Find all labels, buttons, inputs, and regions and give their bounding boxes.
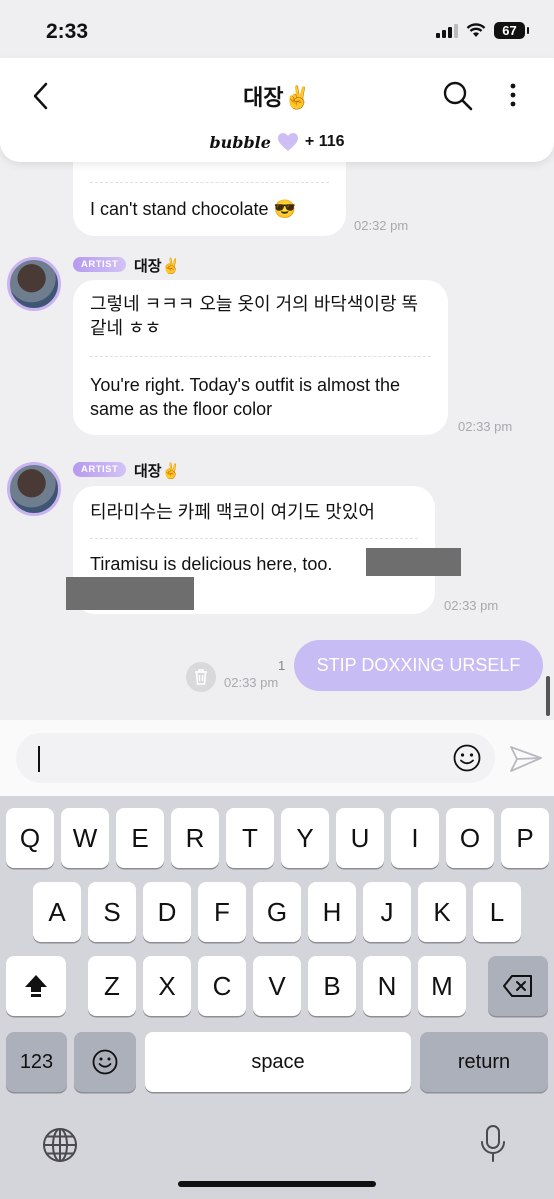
unread-count: 1 — [278, 658, 286, 673]
message-time: 02:33 pm — [458, 419, 513, 434]
key-i[interactable]: I — [391, 808, 439, 868]
backspace-key[interactable] — [488, 956, 548, 1016]
battery-icon: 67 — [494, 22, 529, 39]
key-t[interactable]: T — [226, 808, 274, 868]
key-l[interactable]: L — [473, 882, 521, 942]
emoji-button[interactable] — [452, 743, 482, 773]
artist-badge: ARTIST — [73, 462, 127, 477]
search-button[interactable] — [440, 78, 476, 114]
key-k[interactable]: K — [418, 882, 466, 942]
key-u[interactable]: U — [336, 808, 384, 868]
status-time: 2:33 — [46, 20, 89, 43]
shift-icon — [25, 975, 47, 997]
home-indicator — [178, 1181, 376, 1187]
emoji-icon — [453, 744, 481, 772]
key-a[interactable]: A — [33, 882, 81, 942]
trash-icon — [195, 669, 207, 685]
key-o[interactable]: O — [446, 808, 494, 868]
message-input[interactable] — [16, 733, 495, 783]
shift-key[interactable] — [6, 956, 66, 1016]
key-r[interactable]: R — [171, 808, 219, 868]
key-w[interactable]: W — [61, 808, 109, 868]
message-time: 02:33 pm — [444, 598, 499, 613]
message-time: 02:32 pm — [354, 218, 409, 233]
emoji-icon — [92, 1049, 118, 1075]
key-z[interactable]: Z — [88, 956, 136, 1016]
subscriber-row: bubble + 116 — [0, 132, 554, 152]
sender-name: 대장✌️ — [134, 463, 181, 480]
redaction-block — [366, 548, 461, 576]
message-translation: I can't stand chocolate 😎 — [90, 199, 296, 219]
key-x[interactable]: X — [143, 956, 191, 1016]
key-c[interactable]: C — [198, 956, 246, 1016]
scrollbar[interactable] — [546, 676, 550, 716]
send-button[interactable] — [508, 744, 544, 774]
microphone-icon — [481, 1125, 505, 1162]
message-time: 02:33 pm — [224, 675, 279, 690]
globe-button[interactable] — [41, 1126, 79, 1164]
avatar[interactable] — [7, 257, 61, 311]
search-icon — [443, 81, 473, 111]
more-button[interactable] — [498, 78, 528, 114]
keyboard: Q W E R T Y U I O P A S D F G H J K L Z … — [0, 796, 554, 1199]
translation-divider — [90, 182, 329, 183]
chat-header: 대장✌️ bubble + 116 — [0, 58, 554, 162]
emoji-keyboard-key[interactable] — [74, 1032, 136, 1092]
key-y[interactable]: Y — [281, 808, 329, 868]
return-key[interactable]: return — [420, 1032, 548, 1092]
sender-name: 대장✌️ — [134, 258, 181, 275]
space-key[interactable]: space — [145, 1032, 411, 1092]
key-m[interactable]: M — [418, 956, 466, 1016]
more-vertical-icon — [510, 83, 516, 107]
status-icons: 67 — [436, 22, 529, 39]
redaction-block — [66, 577, 194, 610]
key-v[interactable]: V — [253, 956, 301, 1016]
numbers-key[interactable]: 123 — [6, 1032, 67, 1092]
translation-divider — [90, 356, 431, 357]
key-q[interactable]: Q — [6, 808, 54, 868]
artist-badge: ARTIST — [73, 257, 127, 272]
wifi-icon — [466, 23, 486, 37]
text-caret — [38, 746, 40, 772]
message-original: 티라미수는 카페 맥코이 여기도 맛있어 — [90, 502, 375, 522]
backspace-icon — [503, 975, 532, 997]
key-j[interactable]: J — [363, 882, 411, 942]
key-n[interactable]: N — [363, 956, 411, 1016]
signal-icon — [436, 23, 458, 38]
message-translation: You're right. Today's outfit is almost t… — [90, 375, 401, 419]
key-f[interactable]: F — [198, 882, 246, 942]
member-count: + 116 — [304, 133, 345, 150]
key-d[interactable]: D — [143, 882, 191, 942]
dictation-button[interactable] — [478, 1124, 508, 1164]
key-p[interactable]: P — [501, 808, 549, 868]
message-bubble: 그렇네 ㅋㅋㅋ 오늘 옷이 거의 바닥색이랑 똑같네 ㅎㅎ You're rig… — [73, 280, 448, 435]
heart-icon — [277, 133, 298, 151]
key-s[interactable]: S — [88, 882, 136, 942]
translation-divider — [90, 538, 418, 539]
key-g[interactable]: G — [253, 882, 301, 942]
key-e[interactable]: E — [116, 808, 164, 868]
bubble-logo: bubble — [209, 132, 271, 152]
delete-button[interactable] — [186, 662, 216, 692]
key-b[interactable]: B — [308, 956, 356, 1016]
avatar[interactable] — [7, 462, 61, 516]
sent-message-bubble[interactable]: STIP DOXXING URSELF — [294, 640, 543, 691]
message-original: 그렇네 ㅋㅋㅋ 오늘 옷이 거의 바닥색이랑 똑같네 ㅎㅎ — [90, 294, 419, 338]
key-h[interactable]: H — [308, 882, 356, 942]
globe-icon — [43, 1128, 77, 1162]
send-icon — [510, 746, 542, 772]
